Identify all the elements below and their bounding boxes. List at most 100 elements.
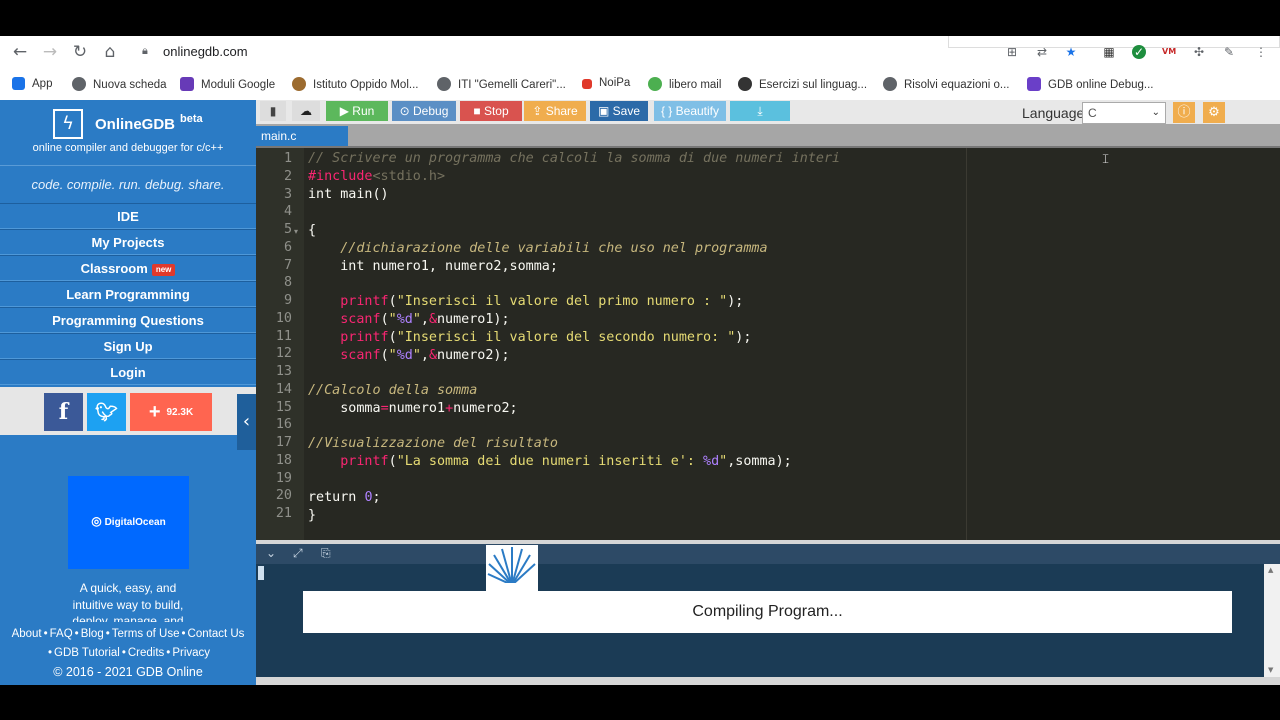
screen-top-border [0, 0, 1280, 36]
sidebar-item-sign-up[interactable]: Sign Up [0, 333, 256, 359]
line-number: 17 [275, 435, 292, 450]
puzzle-icon[interactable]: ✣ [1192, 45, 1206, 59]
footer-tutorial-link[interactable]: GDB Tutorial [54, 647, 120, 659]
beautify-button[interactable]: { } Beautify [654, 101, 726, 121]
sidebar-item-my-projects[interactable]: My Projects [0, 229, 256, 255]
sidebar-item-login[interactable]: Login [0, 359, 256, 385]
footer-privacy-link[interactable]: Privacy [172, 647, 210, 659]
save-button[interactable]: ▣ Save [590, 101, 648, 121]
forward-icon[interactable]: → [40, 42, 60, 62]
play-icon: ▶ [339, 104, 349, 118]
download-icon: ⤓ [757, 104, 763, 118]
share-icon: ⇪ [532, 104, 543, 118]
bookmark-star-icon[interactable]: ★ [1064, 45, 1078, 59]
more-icon[interactable]: ⋮ [1254, 45, 1268, 59]
collapse-sidebar-button[interactable]: ‹ [237, 394, 256, 450]
bookmark-libero-mail[interactable]: libero mail [648, 77, 721, 91]
line-number: 7 [283, 257, 292, 273]
sidebar-item-programming-questions[interactable]: Programming Questions [0, 307, 256, 333]
sidebar-item-ide[interactable]: IDE [0, 203, 256, 229]
brand-motto: code. compile. run. debug. share. [0, 165, 256, 203]
twitter-bird-icon: 🐦︎ [95, 402, 118, 422]
gear-site-icon [738, 77, 752, 91]
facebook-share-button[interactable]: f [44, 393, 83, 431]
new-file-button[interactable]: ▮ [260, 101, 286, 121]
scroll-down-icon[interactable]: ▼ [1268, 666, 1273, 674]
expand-icon[interactable]: ⤢ [293, 546, 303, 561]
pen-icon[interactable]: ✎ [1222, 45, 1236, 59]
ad-text[interactable]: A quick, easy, and intuitive way to buil… [0, 580, 256, 622]
output-scrollbar[interactable]: ▲ ▼ [1264, 564, 1280, 677]
line-number: 2 [283, 168, 292, 184]
code-line: //Calcolo della somma [308, 383, 478, 398]
footer-terms-link[interactable]: Terms of Use [112, 628, 180, 640]
upload-button[interactable]: ☁ [292, 101, 320, 121]
footer-faq-link[interactable]: FAQ [50, 628, 73, 640]
line-number: 3 [283, 186, 292, 202]
vm-extension-icon[interactable]: VM [1162, 45, 1176, 59]
globe-icon [72, 77, 86, 91]
bookmark-moduli-google[interactable]: Moduli Google [180, 77, 275, 91]
settings-button[interactable]: ⚙ [1203, 102, 1225, 123]
debug-button[interactable]: ⊙ Debug [392, 101, 456, 121]
code-line: { [308, 223, 317, 238]
copy-icon[interactable]: ⎘ [321, 546, 331, 561]
download-button[interactable]: ⤓ [730, 101, 790, 121]
bookmark-risolvi[interactable]: Risolvi equazioni o... [883, 77, 1009, 91]
bookmark-esercizi[interactable]: Esercizi sul linguag... [738, 77, 867, 91]
code-line: #include<stdio.h> [308, 169, 446, 184]
new-badge: new [151, 264, 176, 276]
brand-name[interactable]: OnlineGDB [95, 116, 175, 133]
bookmark-gdb[interactable]: GDB online Debug... [1027, 77, 1153, 91]
lightning-logo-icon[interactable]: ϟ [53, 109, 83, 139]
translate-icon[interactable]: ⇄ [1035, 45, 1049, 59]
scroll-up-icon[interactable]: ▲ [1268, 566, 1273, 574]
fold-arrow-icon[interactable]: ▾ [294, 227, 298, 236]
bookmark-istituto[interactable]: Istituto Oppido Mol... [292, 77, 418, 91]
sidebar-item-learn-programming[interactable]: Learn Programming [0, 281, 256, 307]
share-button[interactable]: ⇪ Share [524, 101, 586, 121]
code-editor[interactable]: 1 2 3 4 5 6 7 8 9 10 11 12 13 14 15 16 17 18 19 20 21 ▾ // S… [256, 146, 1280, 540]
sidebar-item-classroom[interactable]: Classroom new [0, 255, 256, 281]
run-button[interactable]: ▶ Run [326, 101, 388, 121]
bottom-border [256, 677, 1280, 685]
bookmark-nuova-scheda[interactable]: Nuova scheda [72, 77, 167, 91]
check-extension-icon[interactable]: ✓ [1132, 45, 1146, 59]
addthis-share-button[interactable]: +92.3K [130, 393, 212, 431]
home-icon[interactable]: ⌂ [100, 42, 120, 62]
bookmark-apps[interactable]: App [12, 77, 52, 90]
line-number: 12 [275, 346, 292, 362]
output-console[interactable]: Compiling Program... [256, 564, 1264, 677]
beta-label: beta [180, 113, 203, 125]
language-select[interactable]: C ⌄ [1082, 102, 1166, 124]
footer-credits-link[interactable]: Credits [128, 647, 164, 659]
address-bar[interactable]: onlinegdb.com [163, 44, 248, 59]
line-number: 14 [275, 381, 292, 397]
bookmark-noipa[interactable]: NoiPa [582, 77, 630, 89]
line-number: 18 [275, 452, 292, 468]
footer-contact-link[interactable]: Contact Us [188, 628, 245, 640]
code-line: // Scrivere un programma che calcoli la … [308, 151, 841, 166]
info-button[interactable]: ⓘ [1173, 102, 1195, 123]
lock-icon: 🔒︎ [142, 44, 148, 57]
footer-links: About • FAQ • Blog • Terms of Use • Contact Us •… [0, 625, 256, 682]
apps-grid-icon[interactable]: ⊞ [1005, 45, 1019, 59]
back-icon[interactable]: ← [10, 42, 30, 62]
line-number: 11 [275, 328, 292, 344]
stop-button[interactable]: ■ Stop [460, 101, 522, 121]
browser-chrome: ← → ↻ ⌂ 🔒︎ onlinegdb.com ⊞ ⇄ ★ ▦ ✓ VM ✣ … [0, 36, 1280, 100]
facebook-icon: f [58, 399, 69, 425]
globe-icon [437, 77, 451, 91]
digitalocean-ad[interactable]: ◎ DigitalOcean [68, 476, 189, 569]
bookmark-iti[interactable]: ITI "Gemelli Careri"... [437, 77, 566, 91]
reload-icon[interactable]: ↻ [70, 42, 90, 62]
school-icon [292, 77, 306, 91]
footer-about-link[interactable]: About [12, 628, 42, 640]
gdb-icon [1027, 77, 1041, 91]
brand-header: ϟ OnlineGDB beta online compiler and deb… [0, 100, 256, 162]
extension-grid-icon[interactable]: ▦ [1102, 45, 1116, 59]
collapse-output-icon[interactable]: ⌄ [266, 546, 276, 560]
twitter-share-button[interactable]: 🐦︎ [87, 393, 126, 431]
footer-blog-link[interactable]: Blog [81, 628, 104, 640]
tab-main-c[interactable]: main.c [256, 126, 348, 146]
